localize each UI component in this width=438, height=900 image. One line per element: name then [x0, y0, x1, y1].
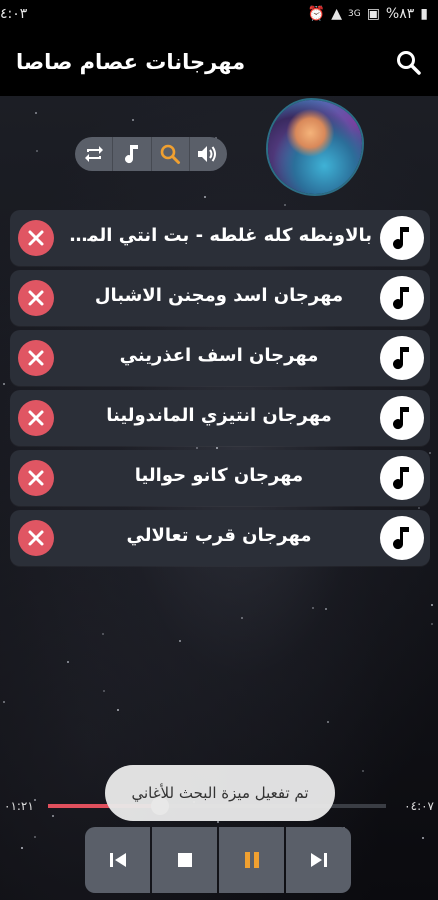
close-icon [28, 350, 44, 366]
image-icon: ▣ [366, 6, 380, 22]
pause-icon [244, 852, 259, 868]
star [431, 604, 433, 606]
star [35, 112, 37, 114]
status-time: ٤:٠٣ [0, 6, 28, 22]
music-note-icon [393, 227, 409, 250]
search-toggle-button[interactable] [152, 137, 190, 171]
star [3, 383, 5, 385]
star [241, 617, 243, 619]
song-title: مهرجان كانو حواليا [134, 465, 304, 486]
delete-button[interactable] [18, 520, 54, 556]
song-title: مهرجان اسف اعذريني [119, 345, 319, 366]
music-note-icon [124, 145, 138, 164]
status-icons: ⏰ ▲ 3G ▣ %٨٣ ▮ [308, 6, 428, 22]
volte-icon: 3G [347, 9, 361, 19]
play-song-button[interactable] [380, 216, 424, 260]
star [102, 633, 104, 635]
star [3, 701, 5, 703]
play-song-button[interactable] [380, 336, 424, 380]
battery-level: %٨٣ [385, 6, 415, 22]
song-title: بالاونطه كله غلطه - بت انتي المطرب [66, 225, 372, 246]
star [179, 640, 181, 642]
play-song-button[interactable] [380, 456, 424, 500]
delete-button[interactable] [18, 280, 54, 316]
delete-button[interactable] [18, 400, 54, 436]
play-song-button[interactable] [380, 396, 424, 440]
volume-icon [198, 146, 217, 162]
control-group [75, 137, 227, 171]
delete-button[interactable] [18, 460, 54, 496]
play-song-button[interactable] [380, 276, 424, 320]
toast-message: تم تفعيل ميزة البحث للأغاني [105, 765, 335, 821]
stop-icon [177, 853, 192, 867]
song-title: مهرجان انتيزي الماندولينا [106, 405, 332, 426]
music-note-icon [393, 407, 409, 430]
close-icon [28, 230, 44, 246]
star [325, 608, 327, 610]
stop-button[interactable] [152, 827, 217, 893]
alarm-icon: ⏰ [307, 6, 326, 22]
signal-icon: ▲ [331, 6, 342, 22]
song-row[interactable]: مهرجان كانو حواليا [10, 450, 430, 506]
star [67, 661, 69, 663]
star [204, 196, 206, 198]
play-song-button[interactable] [380, 516, 424, 560]
delete-button[interactable] [18, 340, 54, 376]
status-bar: ⏰ ▲ 3G ▣ %٨٣ ▮ ٤:٠٣ [0, 0, 438, 30]
song-title: مهرجان قرب تعالالي [126, 525, 312, 546]
app-bar: مهرجانات عصام صاصا [0, 30, 438, 96]
music-note-icon [393, 467, 409, 490]
close-icon [28, 290, 44, 306]
music-note-icon [393, 287, 409, 310]
battery-icon: ▮ [420, 6, 428, 22]
song-row[interactable]: مهرجان اسد ومجنن الاشبال [10, 270, 430, 326]
star [327, 721, 329, 723]
star [422, 837, 424, 839]
star [132, 119, 134, 121]
page-title: مهرجانات عصام صاصا [16, 50, 246, 74]
skip-previous-icon [109, 853, 126, 867]
close-icon [28, 530, 44, 546]
star [284, 204, 286, 206]
volume-button[interactable] [190, 137, 227, 171]
song-title: مهرجان اسد ومجنن الاشبال [94, 285, 344, 306]
song-list: بالاونطه كله غلطه - بت انتي المطرب مهرجان… [10, 210, 430, 570]
star [362, 770, 364, 772]
star [103, 690, 105, 692]
search-button[interactable] [394, 48, 424, 78]
music-note-icon [393, 347, 409, 370]
star [36, 150, 38, 152]
elapsed-time: ٠١:٢١ [4, 799, 34, 813]
pause-button[interactable] [219, 827, 284, 893]
repeat-button[interactable] [75, 137, 114, 171]
song-row[interactable]: مهرجان انتيزي الماندولينا [10, 390, 430, 446]
music-note-icon [393, 527, 409, 550]
total-duration: ٠٤:٠٧ [404, 799, 434, 813]
previous-button[interactable] [85, 827, 150, 893]
star [312, 607, 314, 609]
player-controls [85, 827, 351, 893]
close-icon [28, 410, 44, 426]
repeat-icon [84, 146, 103, 162]
song-row[interactable]: بالاونطه كله غلطه - بت انتي المطرب [10, 210, 430, 266]
star [34, 836, 36, 838]
star [117, 709, 119, 711]
music-button[interactable] [113, 137, 152, 171]
close-icon [28, 470, 44, 486]
next-button[interactable] [286, 827, 351, 893]
search-icon [160, 144, 181, 164]
song-row[interactable]: مهرجان قرب تعالالي [10, 510, 430, 566]
search-icon [397, 51, 421, 75]
star [431, 623, 433, 625]
star [21, 847, 23, 849]
delete-button[interactable] [18, 220, 54, 256]
skip-next-icon [310, 853, 327, 867]
song-row[interactable]: مهرجان اسف اعذريني [10, 330, 430, 386]
